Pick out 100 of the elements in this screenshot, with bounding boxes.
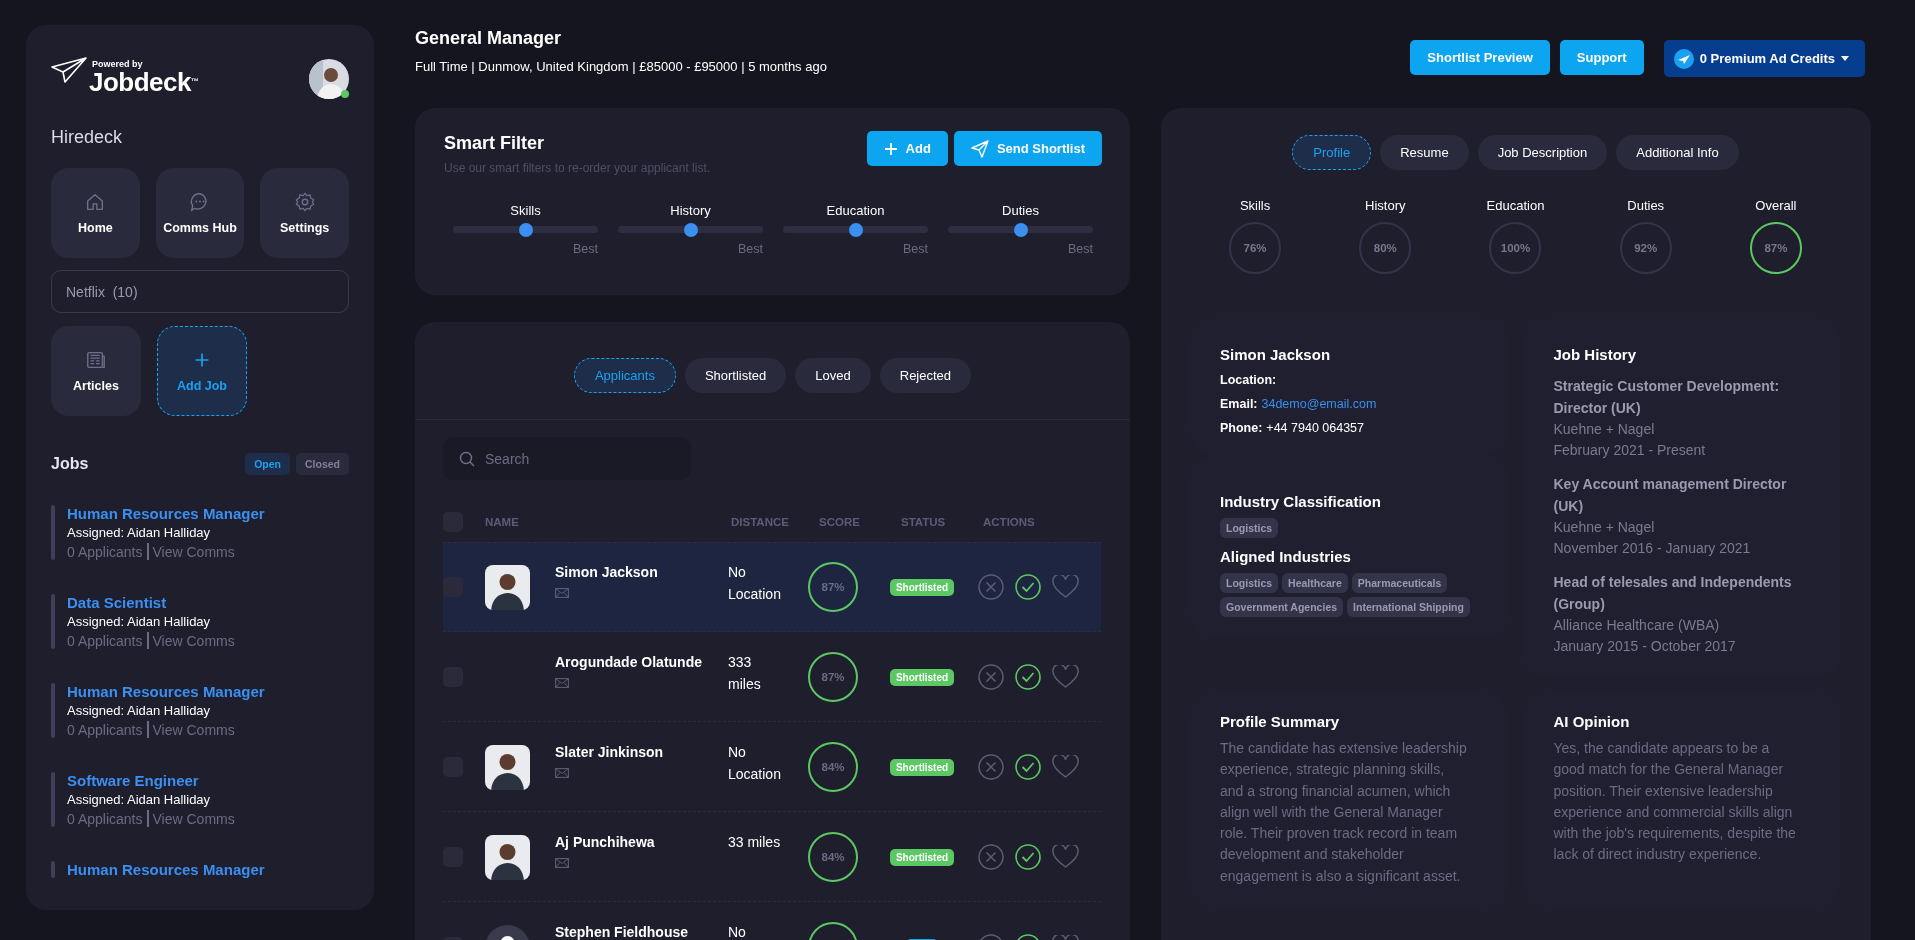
approve-icon[interactable] [1015, 664, 1041, 690]
approve-icon[interactable] [1015, 574, 1041, 600]
column-header: DISTANCE [731, 516, 790, 528]
heart-icon[interactable] [1052, 755, 1079, 779]
credits-dropdown[interactable]: 0 Premium Ad Credits [1663, 40, 1865, 77]
industry-tag: International Shipping [1347, 597, 1470, 617]
nav-tile[interactable]: Comms Hub [155, 168, 245, 258]
status-badge: Shortlisted [889, 578, 955, 596]
score-ring: 87% [1749, 222, 1802, 274]
tab[interactable]: Resume [1380, 135, 1469, 170]
approve-icon[interactable] [1015, 844, 1041, 870]
reject-icon[interactable] [978, 664, 1004, 690]
accent-bar [51, 683, 55, 738]
tab[interactable]: Loved [795, 358, 871, 393]
card-subtitle: Use our smart filters to re-order your applicant list. [444, 161, 711, 175]
score-label: History [1365, 198, 1406, 213]
filter-tab[interactable]: Closed [296, 453, 349, 475]
tab[interactable]: Applicants [573, 358, 676, 393]
applicant-count: 0 Applicants [67, 543, 143, 560]
tab[interactable]: Job Description [1477, 135, 1608, 170]
applicant-row[interactable]: Aj Punchihewa 33 miles 84% Shortlisted [443, 812, 1101, 902]
plus-icon [883, 141, 898, 156]
score-ring: 84% [808, 742, 858, 792]
job-link[interactable]: Data Scientist [67, 594, 235, 611]
tab[interactable]: Shortlisted [684, 358, 787, 393]
slider-thumb[interactable] [683, 222, 698, 237]
column-header: STATUS [901, 516, 947, 528]
reject-icon[interactable] [978, 844, 1004, 870]
slider-thumb[interactable] [848, 222, 863, 237]
search-icon [459, 451, 475, 467]
slider-thumb[interactable] [518, 222, 533, 237]
applicant-row[interactable]: Simon Jackson No Location 87% Shortlisted [443, 542, 1101, 632]
slider-end-label: Best [903, 242, 928, 256]
applicant-count: 0 Applicants [67, 721, 143, 738]
card-title: Profile Summary [1220, 713, 1341, 730]
tab[interactable]: Profile [1292, 135, 1372, 170]
app-title: Hiredeck [51, 127, 124, 148]
distance-text: 33 miles [728, 833, 782, 852]
reject-icon[interactable] [978, 574, 1004, 600]
industry-tag: Healthcare [1282, 573, 1348, 593]
reject-icon[interactable] [978, 754, 1004, 780]
tab[interactable]: Rejected [879, 358, 972, 393]
applicant-row[interactable]: Arogundade Olatunde 333 miles 87% Shortlisted [443, 632, 1101, 722]
industry-tag: Pharmaceuticals [1351, 573, 1448, 593]
slider-label: History [670, 203, 711, 218]
heart-icon[interactable] [1052, 665, 1079, 689]
email-link[interactable]: 34demo@email.com [1261, 397, 1377, 411]
company-name: Kuehne + Nagel [1553, 420, 1656, 439]
job-link[interactable]: Human Resources Manager [67, 505, 265, 522]
applicant-row[interactable]: Stephen Fieldhouse No [443, 902, 1101, 940]
job-link[interactable]: Human Resources Manager [67, 683, 265, 700]
applicant-name[interactable]: Slater Jinkinson [555, 744, 710, 760]
assignee-text: Assigned: Aidan Halliday [67, 525, 212, 540]
industry-tag: Logistics [1220, 518, 1279, 538]
assignee-text: Assigned: Aidan Halliday [67, 792, 212, 807]
distance-text: No Location [728, 743, 782, 784]
card-title: Industry Classification [1220, 493, 1382, 510]
candidate-name: Simon Jackson [1220, 346, 1332, 363]
filter-tab[interactable]: Open [245, 453, 290, 475]
mail-icon[interactable] [555, 678, 569, 688]
applicant-name[interactable]: Arogundade Olatunde [555, 654, 710, 670]
score-ring: 100% [1489, 222, 1542, 274]
score-ring: 80% [1359, 222, 1412, 274]
column-header: NAME [485, 516, 520, 528]
applicant-name[interactable]: Simon Jackson [555, 564, 710, 580]
score-label: Overall [1755, 198, 1797, 213]
paper-plane-icon [51, 57, 87, 83]
approve-icon[interactable] [1015, 754, 1041, 780]
logo-wordmark: Jobdeck$^{™}$ [89, 69, 199, 95]
field-label: Phone: [1220, 421, 1263, 435]
nav-tile[interactable]: Add Job [157, 326, 247, 416]
nav-tile[interactable]: Home [51, 168, 140, 258]
heart-icon[interactable] [1052, 575, 1079, 599]
slider-thumb[interactable] [1013, 222, 1028, 237]
mail-icon[interactable] [555, 588, 569, 598]
accent-bar [51, 594, 55, 649]
nav-tile[interactable]: Articles [51, 326, 141, 416]
job-link[interactable]: Software Engineer [67, 772, 235, 789]
mail-icon[interactable] [555, 768, 569, 778]
search-field[interactable]: Search [443, 437, 691, 480]
card-title: Aligned Industries [1220, 548, 1352, 565]
heart-icon[interactable] [1052, 845, 1079, 869]
tab[interactable]: Additional Info [1616, 135, 1739, 170]
settings-icon [293, 191, 316, 213]
send-icon [970, 139, 989, 158]
distance-text: No [728, 923, 747, 940]
score-label: Skills [1239, 198, 1271, 213]
mail-icon[interactable] [555, 858, 569, 868]
slider-end-label: Best [1068, 242, 1093, 256]
caret-icon [1841, 56, 1849, 61]
score-label: Education [1486, 198, 1545, 213]
nav-tile[interactable]: Settings [260, 168, 349, 258]
date-range: February 2021 - Present [1553, 441, 1707, 460]
company-select[interactable]: Netflix (10) [51, 270, 349, 313]
company-name: Kuehne + Nagel [1553, 518, 1656, 537]
applicant-row[interactable]: Slater Jinkinson No Location 84% Shortlisted [443, 722, 1101, 812]
applicant-name[interactable]: Stephen Fieldhouse [555, 924, 710, 940]
applicant-name[interactable]: Aj Punchihewa [555, 834, 710, 850]
card-title: Smart Filter [444, 133, 546, 154]
job-link[interactable]: Human Resources Manager [67, 861, 265, 878]
